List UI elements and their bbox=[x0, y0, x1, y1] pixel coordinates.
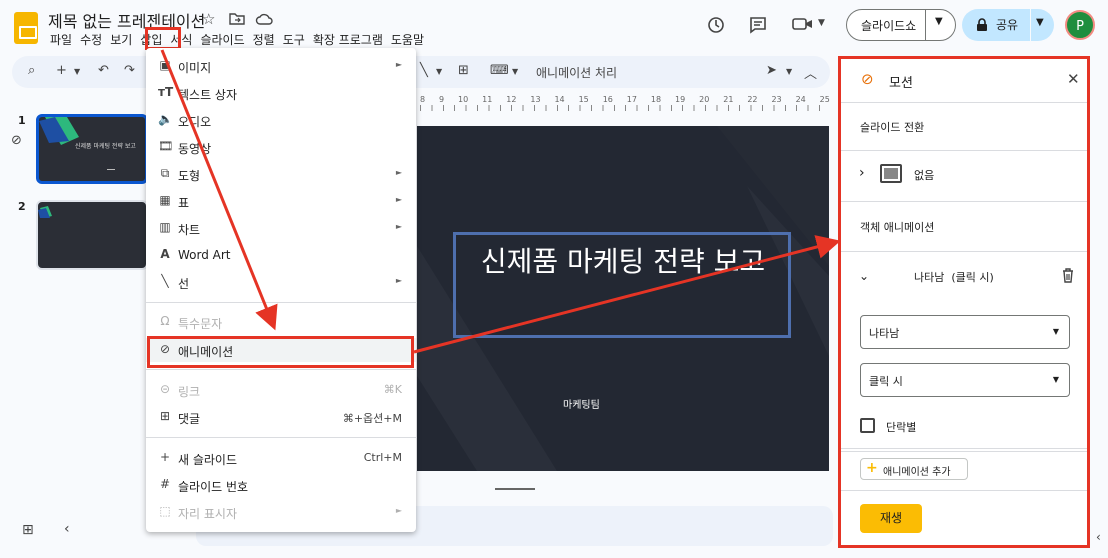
audio-icon: 🔈 bbox=[158, 112, 173, 126]
text-box-icon: ᴛT bbox=[158, 85, 174, 99]
comments-icon[interactable] bbox=[748, 15, 768, 35]
thumbnail-title: 신제품 마케팅 전략 보고 bbox=[75, 143, 136, 150]
video-icon: 🎞 bbox=[158, 139, 174, 153]
image-icon: ▣ bbox=[159, 58, 171, 72]
slideshow-button[interactable]: 슬라이드쇼 ▼ bbox=[846, 9, 956, 41]
menu-edit[interactable]: 수정 bbox=[78, 31, 108, 47]
menu-item-word-art[interactable]: A Word Art bbox=[146, 243, 416, 267]
slide-title[interactable]: 신제품 마케팅 전략 보고 bbox=[458, 240, 788, 280]
hash-icon: # bbox=[159, 477, 171, 491]
toolbar: ⌕ + ▼ ↶ ↷ ╲ ▼ ⊞ ⌨ ▼ 애니메이션 처리 ➤ ▼ ︿ bbox=[12, 56, 830, 88]
placeholder-icon: ⬚ bbox=[159, 504, 171, 518]
submenu-arrow-icon: ► bbox=[395, 222, 402, 231]
ruler: 8 9 10 11 12 13 14 15 16 17 18 19 20 21 22 23 24 25 bbox=[420, 95, 830, 113]
menu-help[interactable]: 도움말 bbox=[389, 31, 430, 47]
menu-item-audio[interactable]: 🔈 오디오 bbox=[146, 108, 416, 132]
menu-arrange[interactable]: 정렬 bbox=[251, 31, 281, 47]
slide-thumbnail-1[interactable]: 신제품 마케팅 전략 보고 bbox=[36, 114, 148, 184]
slide-subtitle[interactable]: 마케팅팀 bbox=[563, 396, 600, 411]
plus-icon: + bbox=[159, 450, 171, 464]
animation-indicator-icon: ⊘ bbox=[11, 133, 22, 148]
menu-item-new-slide[interactable]: + 새 슬라이드 Ctrl+M bbox=[146, 446, 416, 470]
chevron-down-icon[interactable]: ▼ bbox=[818, 18, 825, 28]
submenu-arrow-icon: ► bbox=[395, 276, 402, 285]
shape-icon: ⧉ bbox=[160, 166, 170, 180]
pointer-tool-icon[interactable]: ➤ bbox=[766, 63, 777, 78]
menu-item-line[interactable]: ╲ 선 ► bbox=[146, 270, 416, 294]
collapse-filmstrip-icon[interactable]: ‹ bbox=[64, 521, 70, 537]
table-icon: ▦ bbox=[159, 193, 171, 207]
star-icon[interactable]: ☆ bbox=[202, 10, 215, 28]
notes-resize-handle[interactable] bbox=[495, 488, 535, 490]
document-title[interactable]: 제목 없는 프레젠테이션 bbox=[48, 8, 205, 32]
submenu-arrow-icon: ► bbox=[395, 195, 402, 204]
menu-slide[interactable]: 슬라이드 bbox=[198, 31, 250, 47]
move-folder-icon[interactable] bbox=[229, 12, 245, 25]
lock-icon bbox=[977, 18, 987, 31]
menu-item-link[interactable]: ⊝ 링크 ⌘K bbox=[146, 378, 416, 402]
menu-item-placeholder[interactable]: ⬚ 자리 표시자 ► bbox=[146, 500, 416, 524]
chevron-down-icon[interactable]: ▼ bbox=[786, 67, 792, 76]
version-history-icon[interactable] bbox=[706, 15, 726, 35]
avatar[interactable]: P bbox=[1065, 10, 1095, 40]
collapse-toolbar-icon[interactable]: ︿ bbox=[804, 63, 817, 82]
chevron-down-icon[interactable]: ▼ bbox=[512, 67, 518, 76]
chart-icon: ▥ bbox=[159, 220, 171, 234]
chevron-down-icon[interactable]: ▼ bbox=[436, 67, 442, 76]
new-slide-plus-icon[interactable]: + bbox=[56, 63, 67, 78]
menu-view[interactable]: 보기 bbox=[108, 31, 138, 47]
animate-button[interactable]: 애니메이션 처리 bbox=[536, 64, 617, 81]
video-call-icon[interactable] bbox=[792, 16, 814, 32]
search-menus-icon[interactable]: ⌕ bbox=[28, 63, 35, 78]
collapse-side-panel-icon[interactable]: ‹ bbox=[1096, 530, 1101, 544]
chevron-down-icon[interactable]: ▼ bbox=[74, 67, 80, 76]
line-icon: ╲ bbox=[161, 274, 169, 288]
slideshow-label: 슬라이드쇼 bbox=[861, 19, 917, 33]
submenu-arrow-icon: ► bbox=[395, 506, 402, 515]
chevron-down-icon[interactable]: ▼ bbox=[1036, 17, 1044, 28]
omega-icon: Ω bbox=[160, 314, 170, 328]
menu-extensions[interactable]: 확장 프로그램 bbox=[311, 31, 389, 47]
slide-thumbnail-2[interactable] bbox=[36, 200, 148, 270]
menu-item-shape[interactable]: ⧉ 도형 ► bbox=[146, 162, 416, 186]
menu-item-image[interactable]: ▣ 이미지 ► bbox=[146, 54, 416, 78]
insert-menu: ▣ 이미지 ► ᴛT 텍스트 상자 🔈 오디오 🎞 동영상 ⧉ 도형 ► ▦ 표 ► ▥ 차트 ► A… bbox=[146, 48, 416, 532]
input-tools-icon[interactable]: ⌨ bbox=[490, 63, 509, 78]
link-icon: ⊝ bbox=[159, 382, 171, 396]
share-label: 공유 bbox=[996, 18, 1019, 32]
slide-number-2: 2 bbox=[18, 200, 26, 213]
menu-item-special-chars[interactable]: Ω 특수문자 bbox=[146, 310, 416, 334]
highlight-motion-panel bbox=[838, 56, 1090, 548]
menu-item-video[interactable]: 🎞 동영상 bbox=[146, 135, 416, 159]
highlight-insert-menu bbox=[145, 27, 181, 50]
menu-item-comment[interactable]: ⊞ 댓글 ⌘+옵션+M bbox=[146, 405, 416, 429]
menu-item-chart[interactable]: ▥ 차트 ► bbox=[146, 216, 416, 240]
line-tool-icon[interactable]: ╲ bbox=[420, 63, 428, 78]
undo-icon[interactable]: ↶ bbox=[98, 63, 109, 78]
grid-view-icon[interactable]: ⊞ bbox=[22, 522, 34, 538]
highlight-animation-item bbox=[147, 336, 414, 368]
menu-item-table[interactable]: ▦ 표 ► bbox=[146, 189, 416, 213]
comment-icon: ⊞ bbox=[159, 409, 171, 423]
menu-tools[interactable]: 도구 bbox=[281, 31, 311, 47]
submenu-arrow-icon: ► bbox=[395, 60, 402, 69]
menu-file[interactable]: 파일 bbox=[48, 31, 78, 47]
cloud-status-icon[interactable] bbox=[255, 12, 273, 25]
menu-item-slide-number[interactable]: # 슬라이드 번호 bbox=[146, 473, 416, 497]
redo-icon[interactable]: ↷ bbox=[124, 63, 135, 78]
menu-item-textbox[interactable]: ᴛT 텍스트 상자 bbox=[146, 81, 416, 105]
chevron-down-icon[interactable]: ▼ bbox=[935, 16, 943, 27]
submenu-arrow-icon: ► bbox=[395, 168, 402, 177]
slide-number-1: 1 bbox=[18, 114, 26, 127]
slides-logo[interactable] bbox=[14, 12, 38, 44]
share-button[interactable]: 공유 ▼ bbox=[962, 9, 1054, 41]
word-art-icon: A bbox=[160, 247, 170, 261]
insert-comment-icon[interactable]: ⊞ bbox=[458, 63, 469, 78]
menu-bar: 파일 수정 보기 삽입 서식 슬라이드 정렬 도구 확장 프로그램 도움말 bbox=[48, 31, 430, 47]
